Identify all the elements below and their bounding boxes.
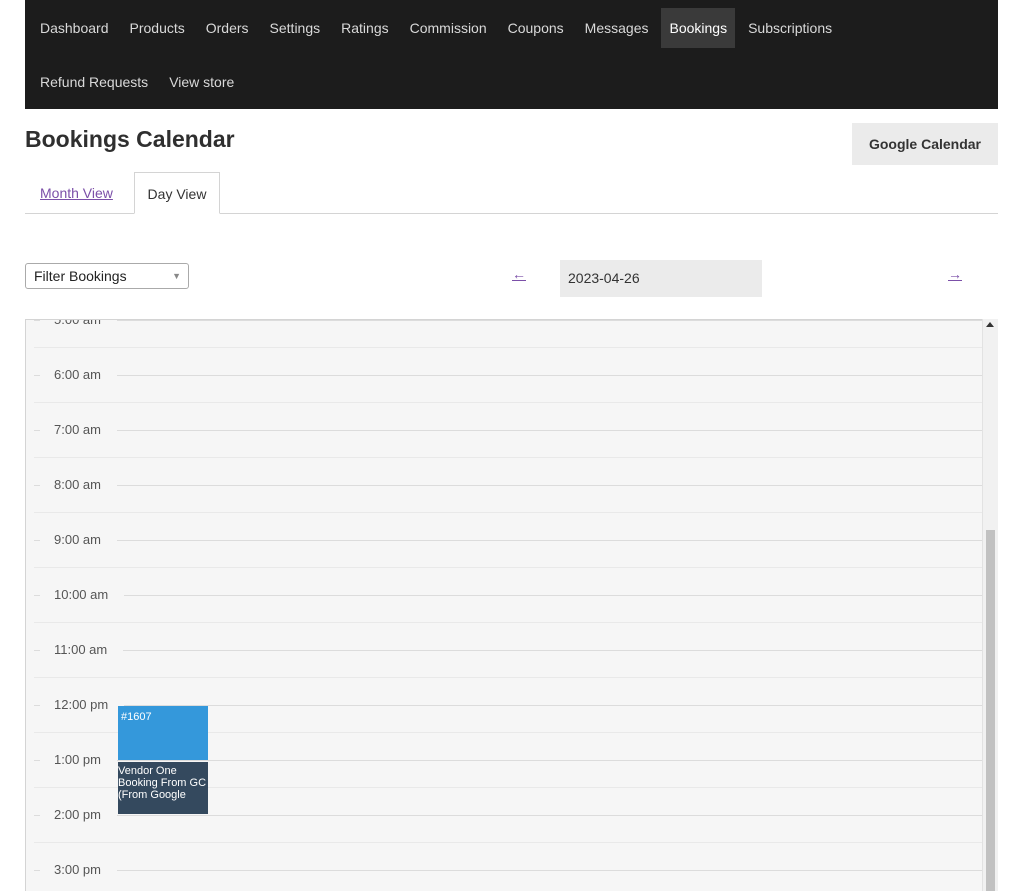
- hour-divider: [34, 430, 983, 431]
- hour-label: 10:00 am: [40, 587, 125, 603]
- nav-item-bookings[interactable]: Bookings: [661, 7, 736, 48]
- hour-row: 6:00 am: [26, 367, 983, 430]
- nav-item-messages[interactable]: Messages: [577, 8, 657, 48]
- half-hour-divider: [34, 457, 983, 458]
- hour-label: 9:00 am: [40, 532, 117, 548]
- filter-bookings-value: Filter Bookings: [34, 268, 127, 284]
- nav-item-ratings[interactable]: Ratings: [333, 8, 396, 48]
- tab-day-view[interactable]: Day View: [134, 172, 220, 214]
- hour-label: 12:00 pm: [40, 697, 125, 713]
- page-title: Bookings Calendar: [25, 126, 235, 152]
- hour-label: 8:00 am: [40, 477, 117, 493]
- vendor-nav-bar: Dashboard Products Orders Settings Ratin…: [25, 0, 998, 109]
- nav-item-coupons[interactable]: Coupons: [500, 8, 572, 48]
- hour-label: 11:00 am: [40, 642, 124, 658]
- hour-divider: [34, 485, 983, 486]
- booking-event-1607[interactable]: #1607: [118, 706, 208, 760]
- hour-divider: [34, 870, 983, 871]
- hour-divider: [34, 375, 983, 376]
- next-day-link[interactable]: →: [948, 266, 962, 282]
- nav-item-products[interactable]: Products: [122, 8, 193, 48]
- day-calendar[interactable]: 5:00 am 6:00 am 7:00 am 8:00 am 9:00 am …: [25, 319, 998, 891]
- hour-divider: [34, 650, 983, 651]
- nav-item-view-store[interactable]: View store: [161, 62, 242, 102]
- hour-divider: [34, 320, 983, 321]
- half-hour-divider: [34, 347, 983, 348]
- hour-divider: [34, 540, 983, 541]
- nav-item-settings[interactable]: Settings: [262, 8, 329, 48]
- tab-month-view[interactable]: Month View: [25, 172, 128, 214]
- hour-divider: [34, 595, 983, 596]
- booking-event-google[interactable]: Vendor One Booking From GC (From Google: [118, 762, 208, 814]
- hour-label: 1:00 pm: [40, 752, 117, 768]
- nav-item-commission[interactable]: Commission: [402, 8, 495, 48]
- hour-divider: [34, 815, 983, 816]
- hour-label: 3:00 pm: [40, 862, 117, 878]
- half-hour-divider: [34, 842, 983, 843]
- date-input[interactable]: 2023-04-26: [560, 260, 762, 297]
- hour-row: 7:00 am: [26, 422, 983, 485]
- half-hour-divider: [34, 402, 983, 403]
- half-hour-divider: [34, 677, 983, 678]
- scrollbar-thumb[interactable]: [986, 530, 995, 891]
- calendar-scrollbar[interactable]: [982, 319, 998, 891]
- chevron-down-icon: ▼: [172, 271, 181, 281]
- hour-row: 3:00 pm: [26, 862, 983, 891]
- hour-row: 11:00 am: [26, 642, 983, 705]
- scroll-up-arrow-icon[interactable]: [986, 322, 994, 327]
- hour-label: 6:00 am: [40, 367, 117, 383]
- filter-bookings-select[interactable]: Filter Bookings ▼: [25, 263, 189, 289]
- nav-item-subscriptions[interactable]: Subscriptions: [740, 8, 840, 48]
- hour-row: 9:00 am: [26, 532, 983, 595]
- hour-divider: [34, 760, 983, 761]
- nav-row-secondary: Refund Requests View store: [25, 54, 998, 109]
- hour-label: 2:00 pm: [40, 807, 117, 823]
- google-calendar-button[interactable]: Google Calendar: [852, 123, 998, 165]
- half-hour-divider: [34, 622, 983, 623]
- nav-item-orders[interactable]: Orders: [198, 8, 257, 48]
- half-hour-divider: [34, 567, 983, 568]
- nav-item-dashboard[interactable]: Dashboard: [32, 8, 117, 48]
- hour-label: 7:00 am: [40, 422, 117, 438]
- previous-day-link[interactable]: ←: [512, 266, 526, 282]
- half-hour-divider: [34, 512, 983, 513]
- hour-row: 10:00 am: [26, 587, 983, 650]
- hour-row: 2:00 pm: [26, 807, 983, 870]
- hour-row: 8:00 am: [26, 477, 983, 540]
- view-tabs: Month View Day View: [25, 172, 998, 214]
- nav-row-primary: Dashboard Products Orders Settings Ratin…: [25, 0, 998, 55]
- hour-row: 5:00 am: [26, 320, 983, 375]
- nav-item-refund-requests[interactable]: Refund Requests: [32, 62, 156, 102]
- hour-label: 5:00 am: [40, 320, 117, 328]
